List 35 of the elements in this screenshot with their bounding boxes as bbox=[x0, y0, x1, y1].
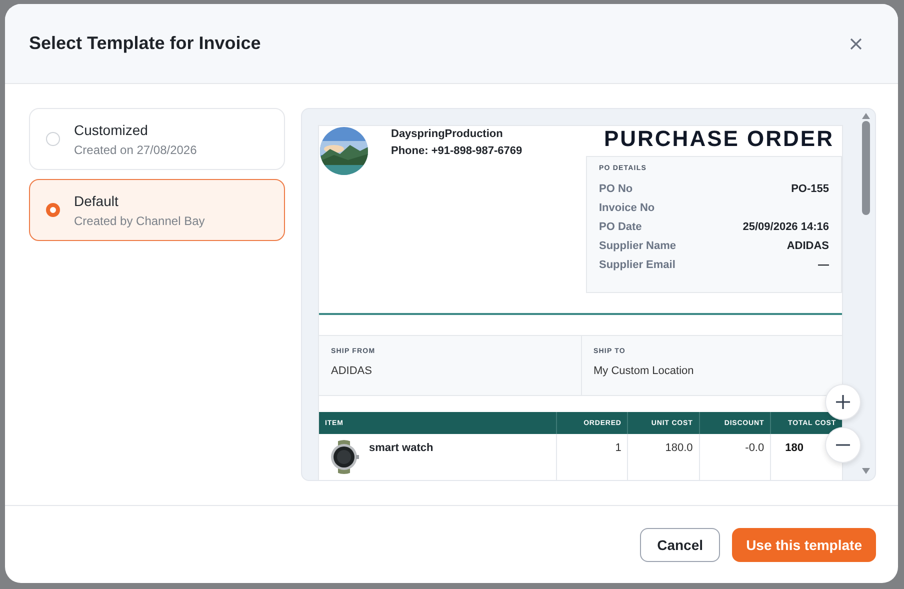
field-label: Invoice No bbox=[599, 202, 655, 214]
table-cell: -0.0 bbox=[699, 434, 771, 480]
field-label: Supplier Name bbox=[599, 240, 676, 252]
scroll-down-icon[interactable] bbox=[862, 468, 870, 474]
field-label: Supplier Email bbox=[599, 259, 676, 271]
close-icon[interactable] bbox=[850, 38, 862, 50]
table-cell: 1 bbox=[556, 434, 628, 480]
field-value: ADIDAS bbox=[786, 240, 829, 252]
scrollbar-thumb[interactable] bbox=[862, 121, 870, 215]
zoom-out-button[interactable] bbox=[825, 427, 861, 463]
field-value: 25/09/2026 14:16 bbox=[742, 221, 829, 233]
plus-icon bbox=[836, 395, 850, 409]
document-title: PURCHASE ORDER bbox=[604, 126, 834, 152]
radio-button[interactable] bbox=[46, 203, 60, 217]
dialog-title: Select Template for Invoice bbox=[29, 33, 261, 54]
field-label: PO No bbox=[599, 183, 633, 195]
cancel-button[interactable]: Cancel bbox=[640, 528, 720, 562]
company-phone: Phone: +91-898-987-6769 bbox=[391, 145, 522, 157]
template-option[interactable]: Customized Created on 27/08/2026 bbox=[29, 108, 285, 170]
zoom-in-button[interactable] bbox=[825, 384, 861, 420]
template-subtitle: Created by Channel Bay bbox=[74, 214, 205, 228]
template-option[interactable]: Default Created by Channel Bay bbox=[29, 179, 285, 241]
template-name: Default bbox=[74, 192, 120, 208]
field-value: — bbox=[818, 259, 829, 271]
address-text: My Custom Location bbox=[594, 365, 695, 377]
field-label: PO Date bbox=[599, 221, 642, 233]
company-name: DayspringProduction bbox=[391, 128, 504, 140]
address-text: ADIDAS bbox=[331, 365, 373, 377]
radio-button[interactable] bbox=[46, 132, 60, 146]
template-name: Customized bbox=[74, 122, 149, 138]
scroll-up-icon[interactable] bbox=[862, 113, 870, 119]
template-subtitle: Created on 27/08/2026 bbox=[74, 142, 197, 156]
table-cell: 180.0 bbox=[628, 434, 700, 480]
field-value: PO-155 bbox=[791, 183, 829, 195]
table-cell: smart watch bbox=[319, 434, 556, 480]
